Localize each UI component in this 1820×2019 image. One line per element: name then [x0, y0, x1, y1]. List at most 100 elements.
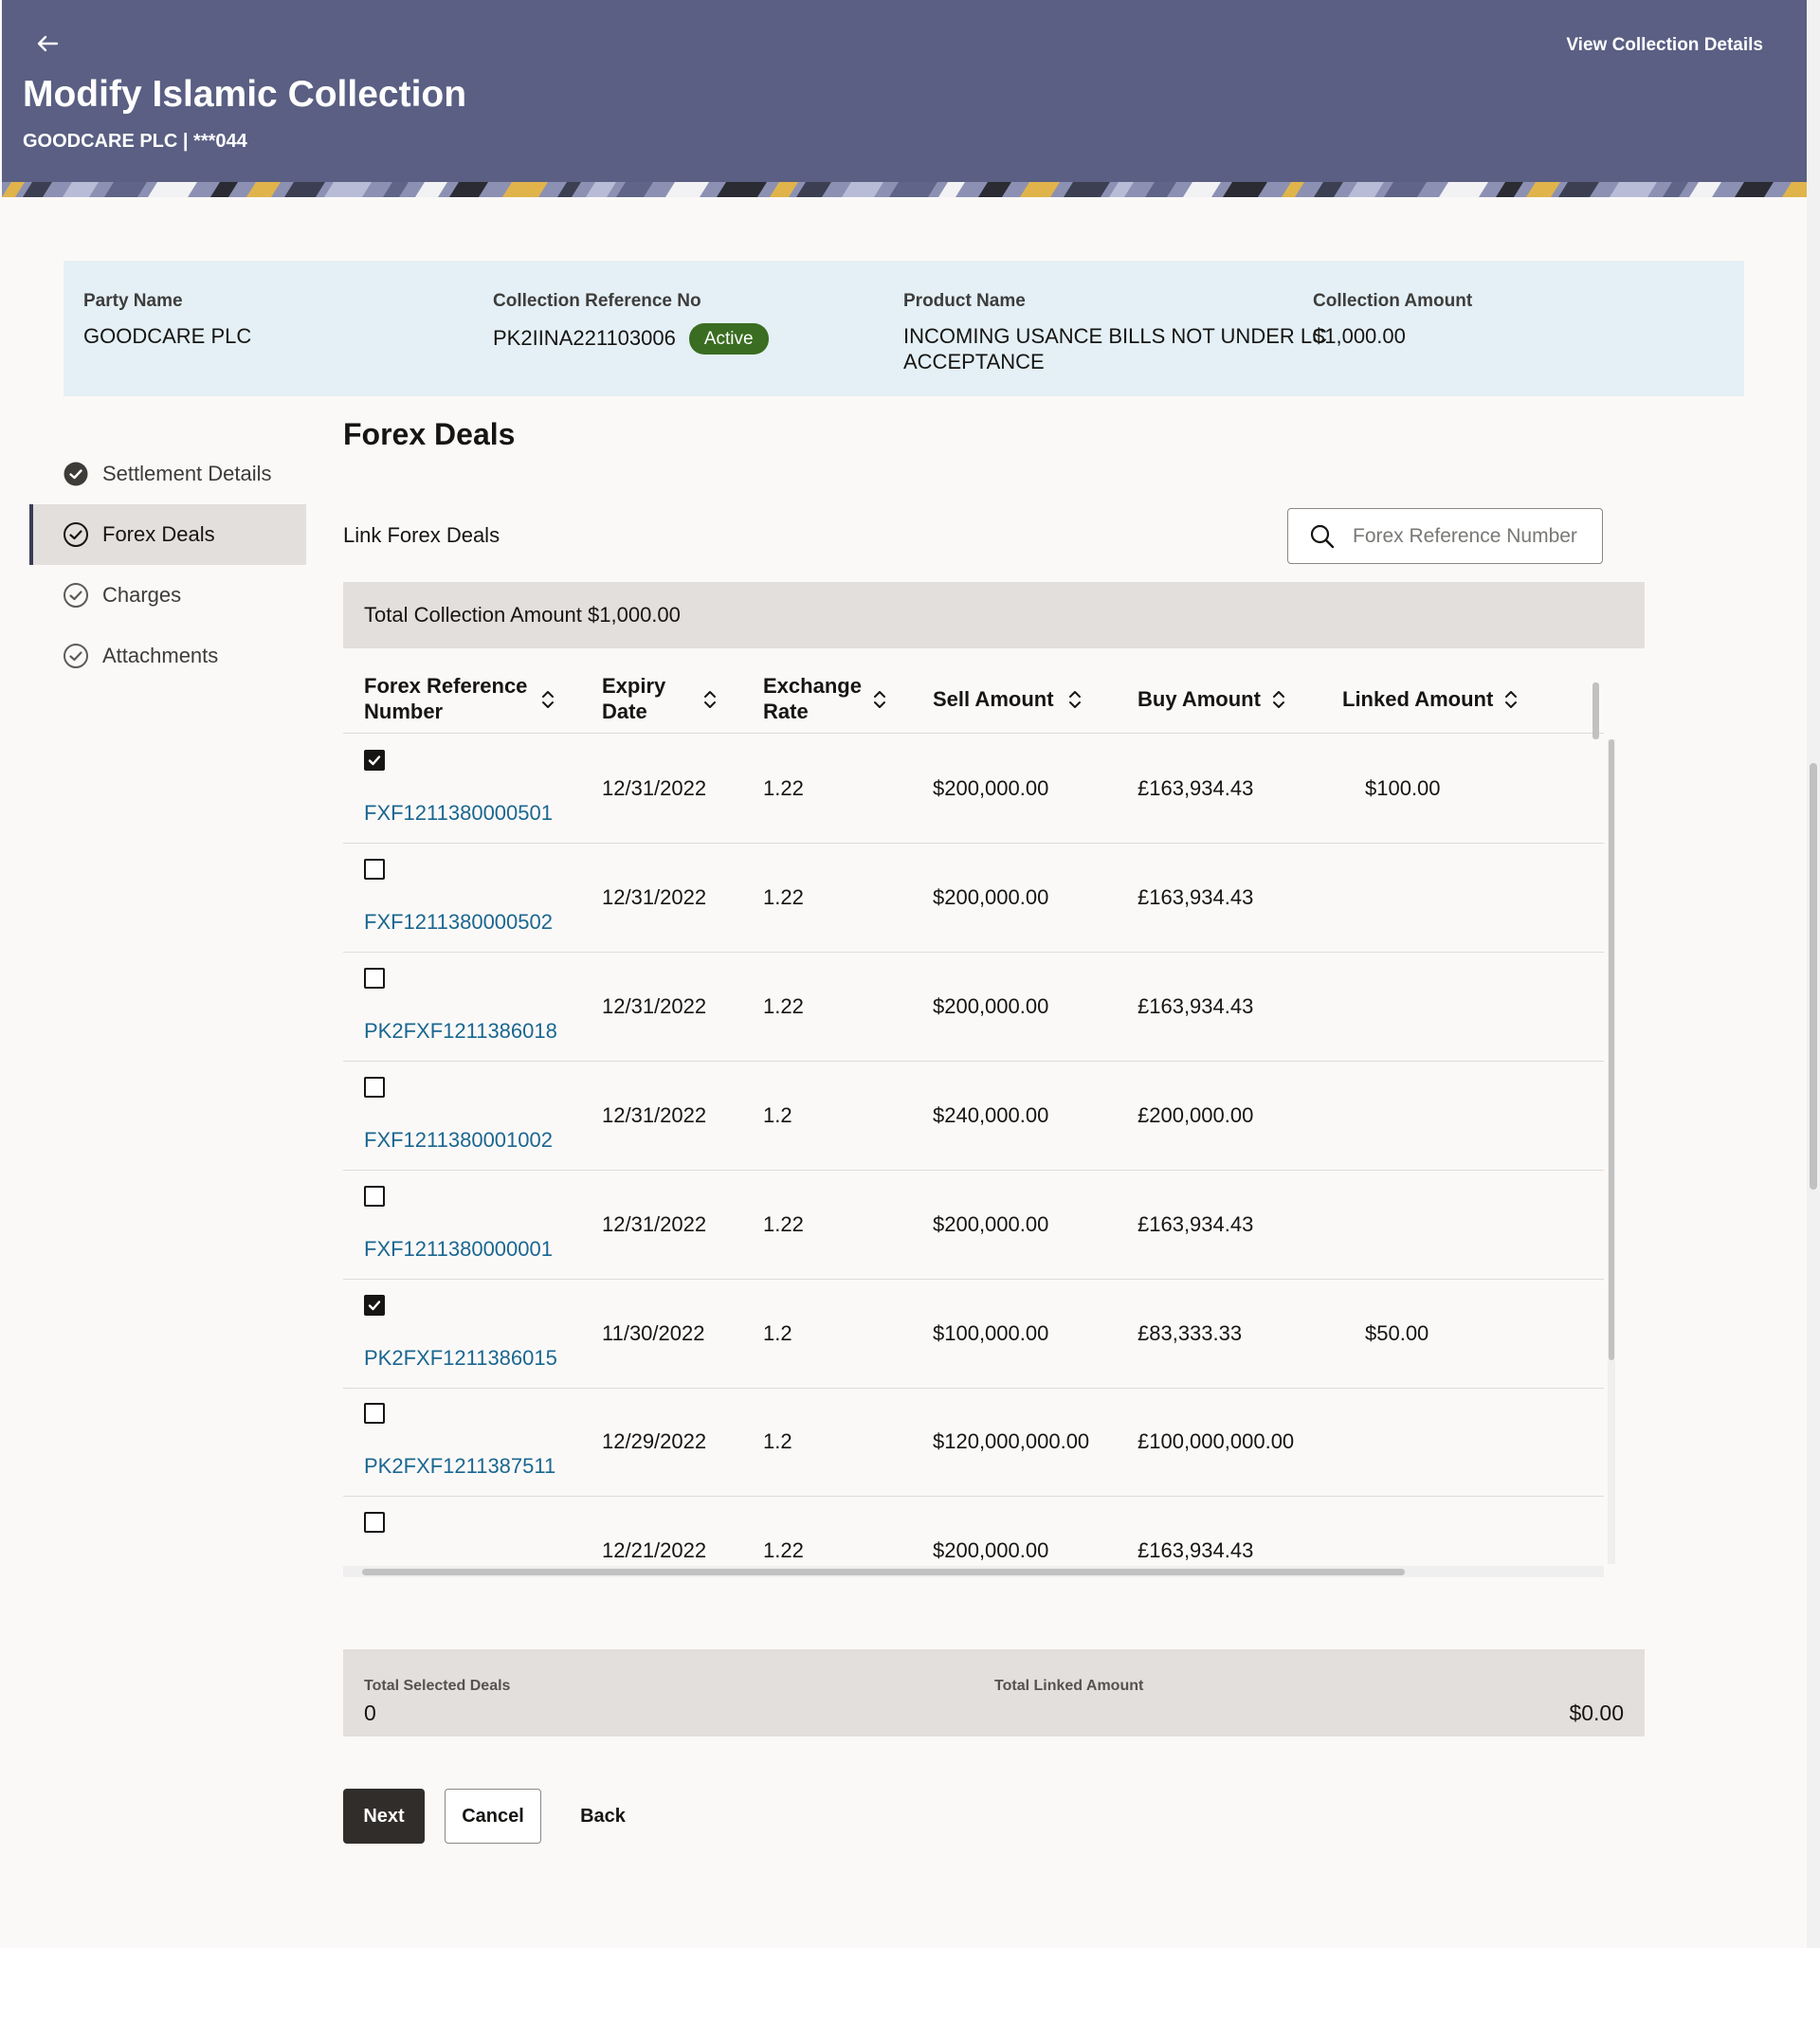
- forex-reference-link[interactable]: PK2FXF1211387511: [364, 1454, 555, 1479]
- sell-amount-cell: $200,000.00: [933, 885, 1049, 909]
- total-selected-deals-label: Total Selected Deals: [364, 1678, 511, 1694]
- back-button[interactable]: Back: [565, 1789, 641, 1844]
- expiry-date-cell: 12/31/2022: [602, 776, 707, 800]
- col-header-buy-amount[interactable]: Buy Amount: [1138, 686, 1308, 712]
- exchange-rate-cell: 1.2: [763, 1321, 792, 1345]
- table-header: Forex Reference Number Expiry Date Exchang…: [343, 664, 1604, 734]
- nav-item-charges[interactable]: Charges: [29, 565, 306, 626]
- sell-amount-cell: $200,000.00: [933, 1212, 1049, 1236]
- check-circle-outline-icon: [64, 583, 88, 608]
- party-name-block: Party Name GOODCARE PLC: [83, 291, 251, 349]
- expiry-date-cell: 12/21/2022: [602, 1538, 707, 1562]
- table-row: PK2FXF1211386015 11/30/2022 1.2 $100,000.00…: [343, 1280, 1604, 1389]
- buy-amount-cell: £200,000.00: [1138, 1103, 1254, 1127]
- forex-reference-link[interactable]: FXF1211380001002: [364, 1128, 553, 1153]
- product-name-line-2: ACCEPTANCE: [903, 350, 1045, 373]
- collection-summary: Party Name GOODCARE PLC Collection Refer…: [64, 261, 1744, 396]
- expiry-date-cell: 12/31/2022: [602, 885, 707, 909]
- col-header-exchange-rate[interactable]: Exchange Rate: [763, 673, 905, 724]
- search-input[interactable]: [1353, 524, 1580, 548]
- page-subtitle: GOODCARE PLC | ***044: [23, 131, 247, 152]
- table-row: FXF1211380000001 12/31/2022 1.22 $200,000.0…: [343, 1171, 1604, 1280]
- col-header-forex-reference[interactable]: Forex Reference Number: [364, 673, 573, 724]
- row-checkbox[interactable]: [364, 968, 385, 989]
- collection-amount-value: $1,000.00: [1313, 324, 1406, 348]
- col-header-sell-amount[interactable]: Sell Amount: [933, 686, 1103, 712]
- forex-reference-link[interactable]: PK2FXF1211386018: [364, 1019, 557, 1044]
- expiry-date-cell: 11/30/2022: [602, 1321, 705, 1345]
- buy-amount-cell: £83,333.33: [1138, 1321, 1243, 1345]
- total-collection-amount: Total Collection Amount $1,000.00: [343, 582, 1645, 648]
- exchange-rate-cell: 1.22: [763, 994, 804, 1018]
- collection-reference-value: PK2IINA221103006: [493, 326, 676, 350]
- table-vertical-scrollbar-thumb[interactable]: [1609, 739, 1614, 1360]
- exchange-rate-cell: 1.2: [763, 1103, 792, 1127]
- col-header-linked-amount[interactable]: Linked Amount: [1342, 686, 1532, 712]
- exchange-rate-cell: 1.22: [763, 776, 804, 800]
- buy-amount-cell: £100,000,000.00: [1138, 1429, 1295, 1453]
- back-arrow-icon[interactable]: [34, 30, 61, 57]
- section-title: Forex Deals: [343, 417, 516, 451]
- cancel-button[interactable]: Cancel: [445, 1789, 541, 1844]
- total-selected-deals-value: 0: [364, 1701, 376, 1725]
- forex-reference-link[interactable]: FXF1211380000001: [364, 1237, 553, 1262]
- table-header-scrollbar[interactable]: [1592, 682, 1599, 739]
- sell-amount-cell: $240,000.00: [933, 1103, 1049, 1127]
- row-checkbox[interactable]: [364, 1295, 385, 1316]
- expiry-date-cell: 12/31/2022: [602, 1103, 707, 1127]
- forex-reference-search[interactable]: [1287, 508, 1603, 564]
- collection-reference-block: Collection Reference No PK2IINA221103006…: [493, 291, 769, 355]
- view-collection-details-link[interactable]: View Collection Details: [1566, 35, 1763, 56]
- buy-amount-cell: £163,934.43: [1138, 1212, 1254, 1236]
- linked-amount-cell: $100.00: [1365, 776, 1441, 800]
- table-horizontal-scrollbar-thumb[interactable]: [362, 1569, 1405, 1575]
- row-checkbox[interactable]: [364, 750, 385, 771]
- col-header-text: Exchange: [763, 674, 862, 698]
- expiry-date-cell: 12/31/2022: [602, 1212, 707, 1236]
- header-decorative-band: [2, 182, 1807, 197]
- collection-reference-label: Collection Reference No: [493, 291, 701, 311]
- forex-reference-link[interactable]: FXF1211380000501: [364, 801, 553, 826]
- product-name-block: Product Name INCOMING USANCE BILLS NOT U…: [903, 291, 1327, 374]
- sort-icon[interactable]: [538, 688, 557, 711]
- check-circle-icon: [64, 522, 88, 547]
- total-linked-amount-label: Total Linked Amount: [994, 1678, 1144, 1694]
- row-checkbox[interactable]: [364, 1403, 385, 1424]
- product-name-line-1: INCOMING USANCE BILLS NOT UNDER LC: [903, 324, 1328, 348]
- table-row: PK2FXF1211387511 12/29/2022 1.2 $120,000,00…: [343, 1388, 1604, 1497]
- forex-reference-link[interactable]: PK2FXF1211386015: [364, 1346, 557, 1371]
- table-row: FXF1211380000502 12/31/2022 1.22 $200,000.0…: [343, 844, 1604, 953]
- sort-icon[interactable]: [1502, 688, 1520, 711]
- row-checkbox[interactable]: [364, 1186, 385, 1207]
- row-checkbox[interactable]: [364, 859, 385, 880]
- exchange-rate-cell: 1.22: [763, 1212, 804, 1236]
- check-circle-filled-icon: [64, 462, 88, 486]
- nav-item-settlement-details[interactable]: Settlement Details: [29, 444, 306, 504]
- collection-amount-block: Collection Amount $1,000.00: [1313, 291, 1472, 349]
- row-checkbox[interactable]: [364, 1077, 385, 1098]
- sort-icon[interactable]: [870, 688, 889, 711]
- next-button[interactable]: Next: [343, 1789, 425, 1844]
- nav-item-attachments[interactable]: Attachments: [29, 626, 306, 686]
- sort-icon[interactable]: [1065, 688, 1084, 711]
- nav-item-label: Settlement Details: [102, 462, 272, 485]
- checkmark-icon: [368, 1301, 381, 1311]
- sell-amount-cell: $200,000.00: [933, 1538, 1049, 1562]
- status-badge: Active: [688, 323, 769, 355]
- totals-panel: Total Selected Deals 0 Total Linked Amou…: [343, 1649, 1645, 1737]
- buy-amount-cell: £163,934.43: [1138, 776, 1254, 800]
- col-header-text: Date: [602, 700, 647, 723]
- forex-reference-link[interactable]: FXF1211380000502: [364, 910, 553, 935]
- sort-icon[interactable]: [1269, 688, 1288, 711]
- col-header-expiry-date[interactable]: Expiry Date: [602, 673, 735, 724]
- search-icon: [1310, 524, 1335, 548]
- sort-icon[interactable]: [701, 688, 719, 711]
- row-checkbox[interactable]: [364, 1512, 385, 1533]
- exchange-rate-cell: 1.22: [763, 885, 804, 909]
- nav-item-forex-deals[interactable]: Forex Deals: [29, 504, 306, 565]
- col-header-text: Sell Amount: [933, 687, 1054, 711]
- table-row: PK2FXF1211386018 12/31/2022 1.22 $200,000.0…: [343, 953, 1604, 1062]
- table-row: FXF1211380000501 12/31/2022 1.22 $200,000.0…: [343, 735, 1604, 844]
- expiry-date-cell: 12/31/2022: [602, 994, 707, 1018]
- page-scrollbar-thumb[interactable]: [1810, 763, 1817, 1190]
